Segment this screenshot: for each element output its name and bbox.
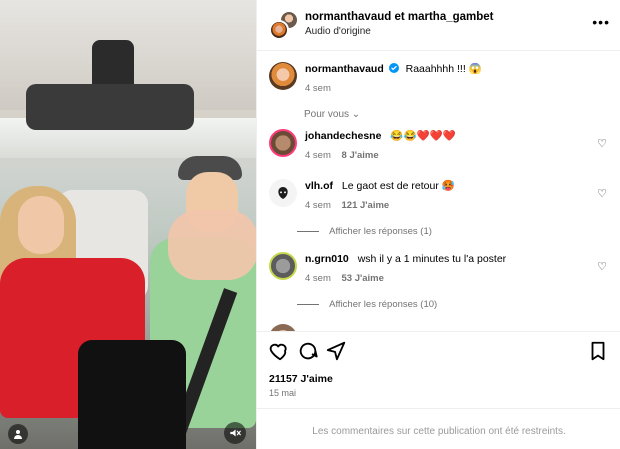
comment-text: Le gaot est de retour 🥵 xyxy=(341,180,455,192)
caption-body: normanthavaud Raaahhhh !!! 😱 4 sem xyxy=(305,62,595,94)
post-header: normanthavaud et martha_gambet Audio d'o… xyxy=(257,0,620,51)
collab-avatars[interactable] xyxy=(269,10,301,42)
comment-body: n.grn010 wsh il y a 1 minutes tu l'a pos… xyxy=(305,252,595,284)
show-replies-label[interactable]: Afficher les réponses (10) xyxy=(329,299,437,310)
mute-glyph xyxy=(230,429,241,437)
comment-meta: 4 sem 121 J'aime xyxy=(305,200,595,211)
comment-body: vlh.of Le gaot est de retour 🥵 4 sem 121… xyxy=(305,179,595,211)
comment-line: vlh.of Le gaot est de retour 🥵 xyxy=(305,179,595,193)
comment-glyph xyxy=(299,342,318,360)
reply-divider xyxy=(297,230,319,232)
bookmark-glyph xyxy=(591,341,605,361)
avatar[interactable] xyxy=(269,129,297,157)
rearview-mirror xyxy=(26,84,194,130)
post-date: 15 mai xyxy=(269,388,297,398)
divider xyxy=(257,408,620,409)
show-replies[interactable]: Afficher les réponses (10) xyxy=(297,299,437,310)
comment-line: n.grn010 wsh il y a 1 minutes tu l'a pos… xyxy=(305,252,595,266)
left-person-face xyxy=(18,196,64,254)
post-like-count[interactable]: 21157 J'aime xyxy=(269,373,333,385)
verified-check xyxy=(390,65,397,71)
bookmark-icon[interactable] xyxy=(587,340,609,362)
avatar[interactable] xyxy=(269,179,297,207)
show-replies[interactable]: Afficher les réponses (1) xyxy=(297,226,432,237)
comment-time: 4 sem xyxy=(305,150,331,161)
comment-text: wsh il y a 1 minutes tu l'a poster xyxy=(357,253,507,265)
post-author-title[interactable]: normanthavaud et martha_gambet xyxy=(305,11,494,23)
send-glyph xyxy=(326,341,346,361)
comments-sort[interactable]: Pour vous ⌄ xyxy=(304,109,360,120)
show-replies-label[interactable]: Afficher les réponses (1) xyxy=(329,226,432,237)
comment-line: johandechesne 😂😂❤️❤️❤️ xyxy=(305,129,595,143)
comment-time: 4 sem xyxy=(305,273,331,284)
user-icon[interactable] xyxy=(8,424,28,444)
heart-glyph xyxy=(269,343,287,361)
caption-username[interactable]: normanthavaud xyxy=(305,63,384,75)
right-person-hands xyxy=(168,210,256,280)
heart-icon[interactable] xyxy=(269,340,291,362)
post-actions xyxy=(269,340,609,364)
heart-icon[interactable]: ♡ xyxy=(597,187,607,200)
user-glyph xyxy=(14,430,22,439)
post-panel: normanthavaud et martha_gambet Audio d'o… xyxy=(256,0,620,449)
comment-username[interactable]: vlh.of xyxy=(305,180,333,192)
mute-icon[interactable] xyxy=(224,422,246,444)
comment-username[interactable]: n.grn010 xyxy=(305,253,349,265)
divider xyxy=(257,331,620,332)
comment-likes[interactable]: 53 J'aime xyxy=(342,273,384,284)
comment-time: 4 sem xyxy=(305,200,331,211)
reply-divider xyxy=(297,303,319,305)
caption-time: 4 sem xyxy=(305,83,331,94)
comment-body: johandechesne 😂😂❤️❤️❤️ 4 sem 8 J'aime xyxy=(305,129,595,161)
audio-label[interactable]: Audio d'origine xyxy=(305,26,371,37)
caption-line: normanthavaud Raaahhhh !!! 😱 xyxy=(305,62,595,76)
caption-text: Raaahhhh !!! 😱 xyxy=(405,63,482,75)
alien-icon xyxy=(278,187,288,199)
more-options-icon[interactable]: ••• xyxy=(592,14,610,30)
comment-text: 😂😂❤️❤️❤️ xyxy=(390,130,456,142)
send-icon[interactable] xyxy=(325,340,347,362)
avatar[interactable] xyxy=(269,62,297,90)
comment-username[interactable]: johandechesne xyxy=(305,130,381,142)
comment-meta: 4 sem 8 J'aime xyxy=(305,150,595,161)
avatar[interactable] xyxy=(269,252,297,280)
heart-icon[interactable]: ♡ xyxy=(597,137,607,150)
comments-restricted-message: Les commentaires sur cette publication o… xyxy=(312,426,566,437)
comment-likes[interactable]: 8 J'aime xyxy=(342,150,379,161)
heart-icon[interactable]: ♡ xyxy=(597,260,607,273)
comments-section[interactable]: normanthavaud Raaahhhh !!! 😱 4 sem Pour … xyxy=(257,52,620,332)
comment-meta: 4 sem 53 J'aime xyxy=(305,273,595,284)
comment-icon[interactable] xyxy=(297,340,319,362)
caption-meta: 4 sem xyxy=(305,83,595,94)
verified-icon xyxy=(388,63,399,73)
comment-likes[interactable]: 121 J'aime xyxy=(342,200,390,211)
center-console xyxy=(78,340,186,449)
avatar[interactable] xyxy=(269,20,289,40)
post-video[interactable] xyxy=(0,0,256,449)
